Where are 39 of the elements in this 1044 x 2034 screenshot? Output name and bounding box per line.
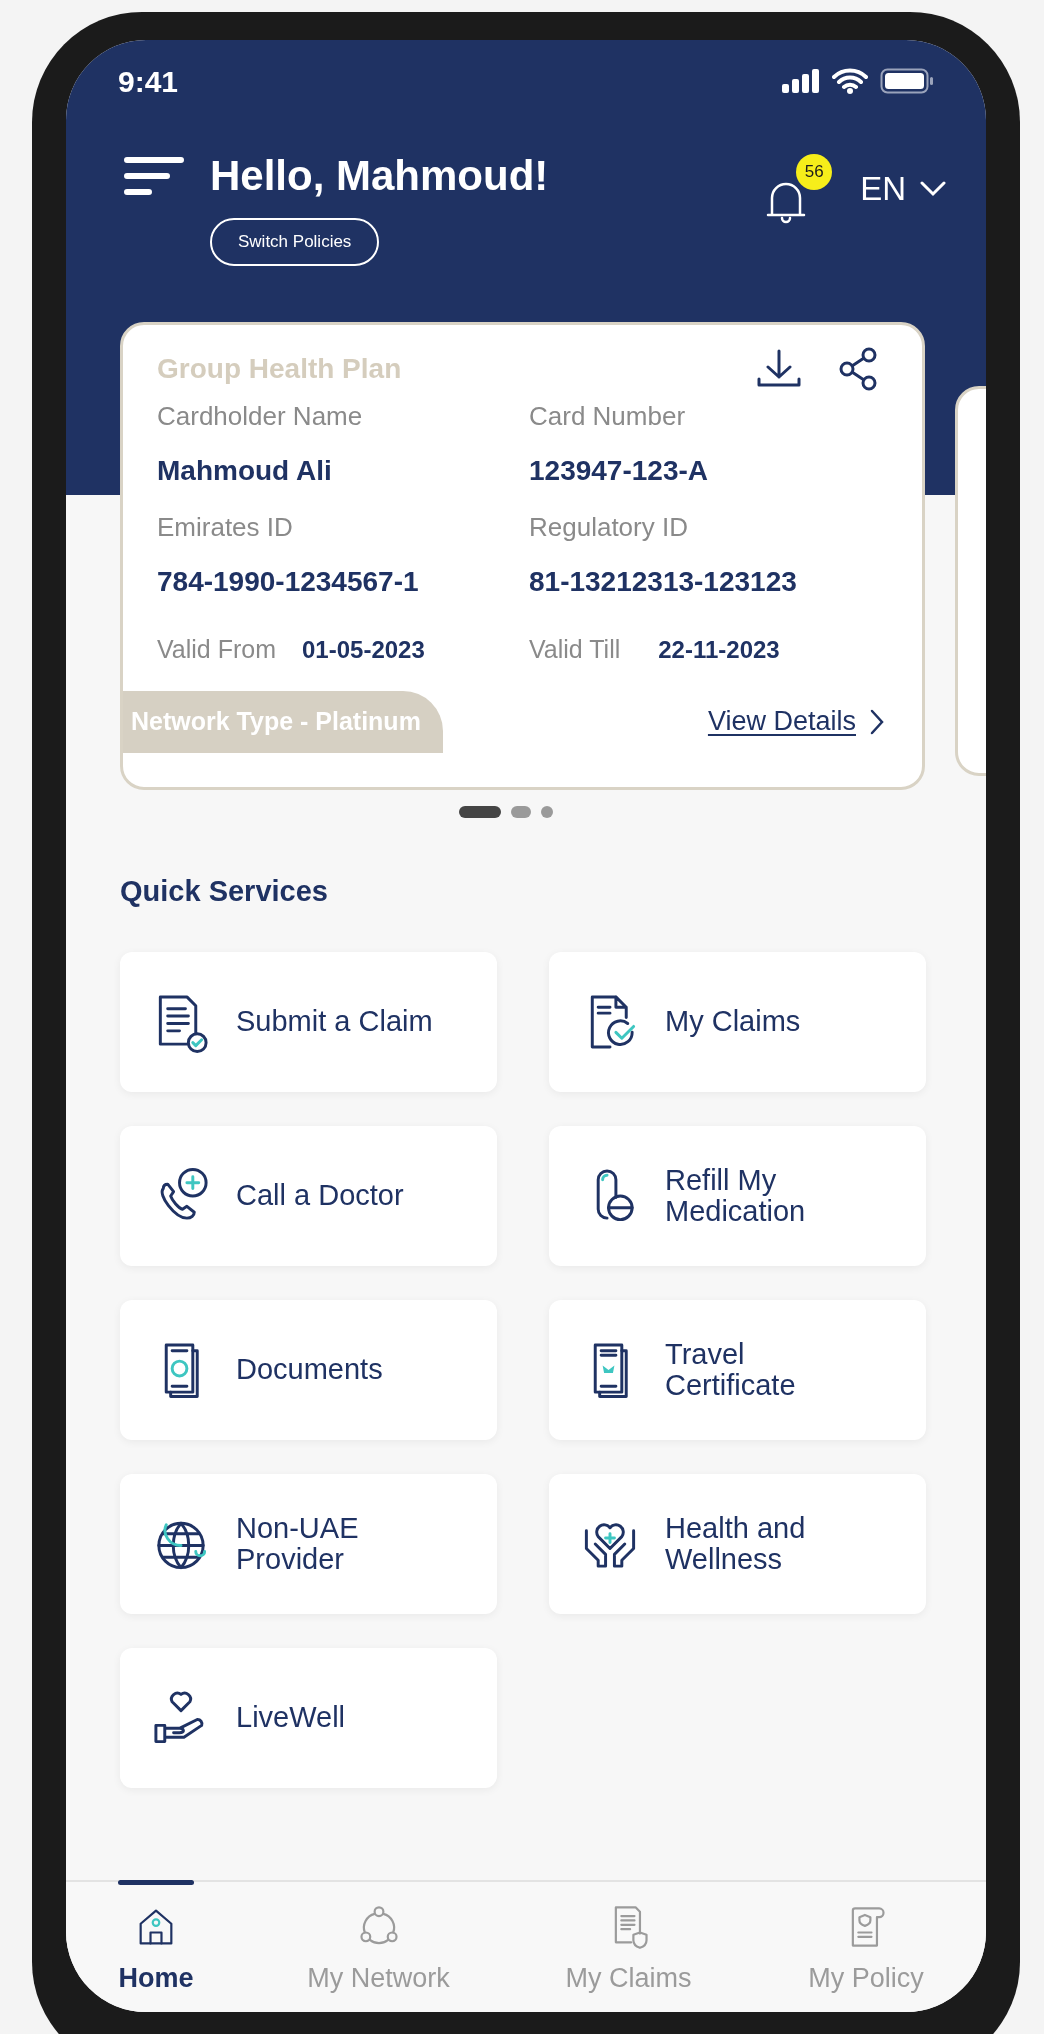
language-selector[interactable]: EN bbox=[860, 164, 946, 214]
service-tile[interactable]: My Claims bbox=[549, 951, 926, 1092]
notification-button[interactable]: 56 bbox=[760, 154, 833, 224]
battery-icon bbox=[880, 68, 934, 94]
field-label: Cardholder Name bbox=[157, 400, 364, 433]
chevron-right-icon bbox=[870, 708, 884, 735]
validity-label: Valid Till bbox=[529, 634, 621, 665]
field-value: Mahmoud Ali bbox=[157, 454, 333, 488]
download-icon[interactable] bbox=[756, 349, 802, 389]
service-tile[interactable]: Non-UAE Provider bbox=[120, 1473, 497, 1614]
field-value: 81-13212313-123123 bbox=[529, 565, 798, 599]
view-details-link[interactable]: View Details bbox=[707, 701, 884, 742]
service-tile[interactable]: LiveWell bbox=[120, 1647, 497, 1788]
field-value: 123947-123-A bbox=[529, 454, 710, 488]
network-type-tag: Network Type - Platinum bbox=[123, 690, 443, 753]
status-time: 9:41 bbox=[118, 63, 179, 100]
field-label: Regulatory ID bbox=[529, 511, 689, 544]
field-label: Emirates ID bbox=[157, 511, 294, 544]
service-tile[interactable]: Submit a Claim bbox=[120, 951, 497, 1092]
greeting-title: Hello, Mahmoud! bbox=[210, 151, 549, 201]
validity-label: Valid From bbox=[157, 634, 276, 665]
nav-tab[interactable]: Home bbox=[66, 1882, 246, 2012]
validity-date: 01-05-2023 bbox=[302, 634, 425, 665]
menu-icon[interactable] bbox=[124, 156, 184, 196]
share-icon[interactable] bbox=[838, 347, 878, 391]
service-tile[interactable]: Travel Certificate bbox=[549, 1299, 926, 1440]
chevron-down-icon bbox=[920, 181, 946, 197]
switch-policies-button[interactable]: Switch Policies bbox=[210, 218, 380, 266]
section-title: Quick Services bbox=[120, 874, 329, 909]
service-tile[interactable]: Documents bbox=[120, 1299, 497, 1440]
service-tile[interactable]: Call a Doctor bbox=[120, 1125, 497, 1266]
wifi-icon bbox=[832, 68, 868, 94]
service-tile[interactable]: Refill My Medication bbox=[549, 1125, 926, 1266]
signal-icon bbox=[782, 69, 820, 93]
field-value: 784-1990-1234567-1 bbox=[157, 565, 420, 599]
field-label: Card Number bbox=[529, 400, 687, 433]
validity-date: 22-11-2023 bbox=[658, 634, 780, 665]
service-tile[interactable]: Health and Wellness bbox=[549, 1473, 926, 1614]
plan-title: Group Health Plan bbox=[157, 352, 402, 386]
